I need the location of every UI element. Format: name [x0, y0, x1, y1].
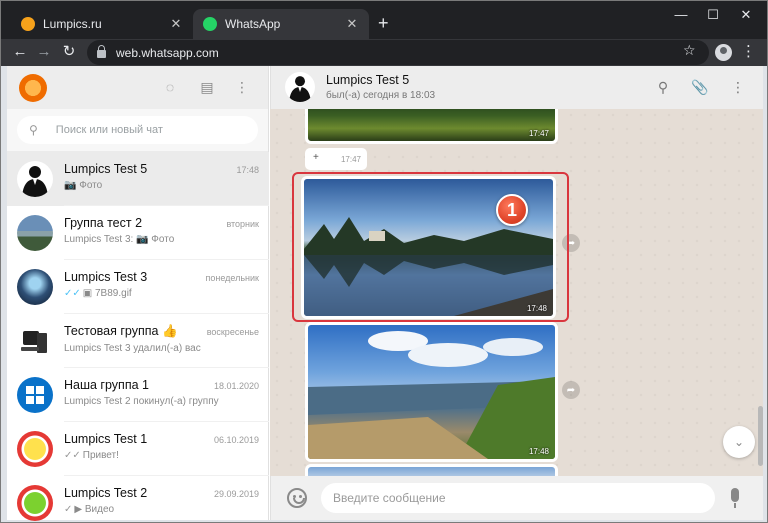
- avatar: [17, 161, 53, 197]
- chat-preview: 7B89.gif: [95, 288, 132, 299]
- address-bar[interactable]: web.whatsapp.com: [87, 40, 709, 65]
- message-composer: [270, 476, 763, 520]
- chat-list: Lumpics Test 5 📷 Фото 17:48 Группа тест …: [7, 152, 269, 522]
- search-placeholder: Поиск или новый чат: [55, 124, 163, 136]
- avatar: [17, 269, 53, 305]
- chat-preview: Привет!: [82, 450, 119, 461]
- tab-title: WhatsApp: [225, 17, 281, 31]
- microphone-icon[interactable]: [731, 488, 739, 508]
- chat-time: 18.01.2020: [213, 381, 259, 391]
- chat-preview: Видео: [84, 504, 115, 515]
- back-arrow-icon[interactable]: ←: [10, 42, 30, 62]
- chat-item[interactable]: Группа тест 2 Lumpics Test 3: 📷 Фото вто…: [7, 206, 269, 260]
- my-avatar[interactable]: [19, 74, 47, 102]
- browser-menu-icon[interactable]: ⋮: [741, 42, 756, 62]
- browser-toolbar: ← → ↻ web.whatsapp.com ☆ ⋮: [1, 39, 767, 66]
- attach-clip-icon[interactable]: 📎: [691, 79, 709, 96]
- avatar: [17, 485, 53, 521]
- search-bar: ⚲ Поиск или новый чат: [7, 109, 268, 152]
- search-icon[interactable]: ⚲: [654, 79, 672, 96]
- message-input[interactable]: [321, 483, 715, 513]
- step-badge: 1: [496, 194, 528, 226]
- chat-item[interactable]: Lumpics Test 1 ✓✓ Привет! 06.10.2019: [7, 422, 269, 476]
- bookmark-star-icon[interactable]: ☆: [683, 42, 696, 59]
- chat-item[interactable]: Тестовая группа 👍 Lumpics Test 3 удалил(…: [7, 314, 269, 368]
- check-icon: ✓: [64, 504, 73, 515]
- tab-strip: Lumpics.ru ✕ WhatsApp ✕ + — ☐ ✕: [1, 1, 767, 39]
- new-chat-icon[interactable]: ▤: [198, 78, 216, 96]
- tab-lumpics[interactable]: Lumpics.ru ✕: [11, 9, 193, 39]
- chat-time: 17:48: [236, 165, 259, 175]
- highlight-frame: [292, 172, 569, 322]
- double-check-icon: ✓✓: [64, 288, 81, 299]
- chat-name: Lumpics Test 5: [64, 162, 148, 176]
- emoji-icon[interactable]: [287, 488, 307, 508]
- chat-preview: Lumpics Test 3: 📷 Фото: [64, 234, 175, 245]
- minimize-icon[interactable]: —: [666, 5, 696, 25]
- whatsapp-favicon-icon: [203, 17, 217, 31]
- tab-title: Lumpics.ru: [43, 17, 102, 31]
- menu-icon[interactable]: ⋮: [729, 79, 747, 96]
- river-landscape-image: [308, 331, 555, 459]
- browser-window: Lumpics.ru ✕ WhatsApp ✕ + — ☐ ✕ ← → ↻ we…: [0, 0, 768, 523]
- whatsapp-app: ◌ ▤ ⋮ ⚲ Поиск или новый чат Lumpics Test…: [7, 66, 763, 522]
- chat-item[interactable]: Наша группа 1 Lumpics Test 2 покинул(-а)…: [7, 368, 269, 422]
- address-text: web.whatsapp.com: [116, 45, 219, 60]
- chat-time: вторник: [226, 219, 259, 229]
- windows-logo-icon: [26, 386, 44, 404]
- close-icon[interactable]: ✕: [169, 16, 183, 32]
- person-silhouette-icon: [22, 166, 48, 197]
- chat-preview: Lumpics Test 2 покинул(-а) группу: [64, 396, 219, 407]
- search-input[interactable]: ⚲ Поиск или новый чат: [17, 116, 258, 144]
- chat-item[interactable]: Lumpics Test 5 📷 Фото 17:48: [7, 152, 269, 206]
- reload-icon[interactable]: ↻: [59, 42, 79, 62]
- forward-icon[interactable]: ➦: [562, 381, 580, 399]
- computer-icon: [21, 331, 47, 353]
- tab-whatsapp[interactable]: WhatsApp ✕: [193, 9, 369, 39]
- message-time: 17:48: [528, 447, 549, 456]
- menu-icon[interactable]: ⋮: [233, 78, 251, 96]
- person-silhouette-icon: [289, 76, 311, 102]
- gif-icon: ▣: [82, 288, 95, 299]
- message-text: +: [313, 152, 319, 163]
- conversation-panel: Lumpics Test 5 был(-а) сегодня в 18:03 ⚲…: [270, 66, 763, 520]
- profile-avatar-icon[interactable]: [715, 44, 732, 61]
- text-message[interactable]: + 17:47: [305, 148, 367, 170]
- chat-sidebar: ◌ ▤ ⋮ ⚲ Поиск или новый чат Lumpics Test…: [7, 66, 269, 522]
- camera-icon: 📷: [64, 180, 80, 191]
- contact-name: Lumpics Test 5: [326, 73, 410, 87]
- conversation-header[interactable]: Lumpics Test 5 был(-а) сегодня в 18:03 ⚲…: [270, 66, 763, 109]
- chat-time: воскресенье: [206, 327, 259, 337]
- search-icon: ⚲: [29, 123, 38, 137]
- close-icon[interactable]: ✕: [345, 16, 359, 32]
- chat-preview: Фото: [79, 180, 103, 191]
- image-message[interactable]: 17:48: [305, 322, 558, 462]
- chat-time: понедельник: [205, 273, 260, 283]
- avatar: [17, 323, 53, 359]
- close-window-icon[interactable]: ✕: [731, 5, 761, 25]
- sidebar-header: ◌ ▤ ⋮: [7, 66, 268, 109]
- avatar: [17, 215, 53, 251]
- last-seen-status: был(-а) сегодня в 18:03: [326, 90, 436, 101]
- chat-preview: Lumpics Test 3 удалил(-а) вас: [64, 343, 201, 354]
- message-time: 17:47: [340, 155, 361, 164]
- avatar[interactable]: [285, 72, 315, 102]
- chat-item[interactable]: Lumpics Test 3 ✓✓ ▣ 7B89.gif понедельник: [7, 260, 269, 314]
- status-icon[interactable]: ◌: [161, 78, 179, 96]
- chat-item[interactable]: Lumpics Test 2 ✓ ▶ Видео 29.09.2019: [7, 476, 269, 522]
- maximize-icon[interactable]: ☐: [698, 5, 728, 25]
- chat-time: 06.10.2019: [213, 435, 259, 445]
- chat-time: 29.09.2019: [213, 489, 259, 499]
- lock-icon: [97, 45, 106, 58]
- lumpics-favicon-icon: [21, 17, 35, 31]
- message-time: 17:47: [528, 129, 549, 138]
- scrollbar[interactable]: [758, 406, 763, 466]
- forward-arrow-icon[interactable]: →: [34, 42, 54, 62]
- scroll-down-chevron-icon[interactable]: ⌄: [723, 426, 755, 458]
- new-tab-icon[interactable]: +: [378, 13, 389, 33]
- double-check-icon: ✓✓: [64, 450, 81, 461]
- avatar: [17, 431, 53, 467]
- avatar: [17, 377, 53, 413]
- video-icon: ▶: [74, 504, 85, 515]
